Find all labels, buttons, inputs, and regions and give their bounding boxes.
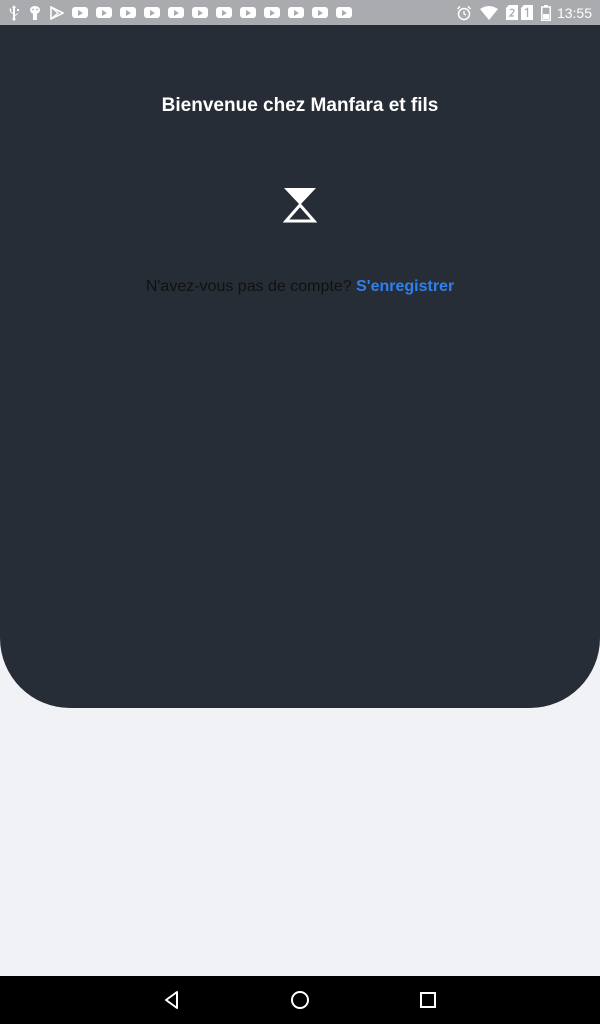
welcome-panel: Bienvenue chez Manfara et fils N'avez-vo… <box>0 25 600 708</box>
back-icon[interactable] <box>160 988 184 1012</box>
register-prompt: N'avez-vous pas de compte? S'enregistrer <box>0 278 600 296</box>
battery-icon <box>540 4 551 21</box>
sim-2-icon <box>505 5 518 20</box>
recents-icon[interactable] <box>416 988 440 1012</box>
welcome-title: Bienvenue chez Manfara et fils <box>161 95 439 116</box>
register-link[interactable]: S'enregistrer <box>356 278 454 295</box>
youtube-notification-icon <box>216 7 232 18</box>
youtube-notification-icon <box>96 7 112 18</box>
sim-1-icon <box>520 5 533 20</box>
usb-icon <box>9 4 19 21</box>
hourglass-icon <box>283 188 317 223</box>
youtube-notification-icon <box>144 7 160 18</box>
youtube-notification-icon <box>240 7 256 18</box>
status-bar: 13:55 <box>0 0 600 25</box>
youtube-notification-icon <box>312 7 328 18</box>
youtube-notification-icon <box>288 7 304 18</box>
youtube-notification-icon <box>336 7 352 18</box>
status-time: 13:55 <box>556 4 592 21</box>
youtube-notification-icon <box>168 7 184 18</box>
android-debug-icon <box>30 5 40 20</box>
youtube-notification-icon <box>192 7 208 18</box>
youtube-notification-icon <box>72 7 88 18</box>
system-icons: 13:55 <box>456 4 592 21</box>
home-icon[interactable] <box>288 988 312 1012</box>
wifi-icon <box>479 5 498 20</box>
play-store-icon <box>50 5 64 20</box>
notification-icons <box>8 4 360 21</box>
youtube-notification-icon <box>120 7 136 18</box>
navigation-bar <box>0 976 600 1024</box>
register-prompt-text: N'avez-vous pas de compte? <box>145 278 357 295</box>
app-screen: 13:55 Bienvenue chez Manfara et fils N'a… <box>0 0 600 1024</box>
youtube-notification-icon <box>264 7 280 18</box>
alarm-icon <box>456 5 471 20</box>
